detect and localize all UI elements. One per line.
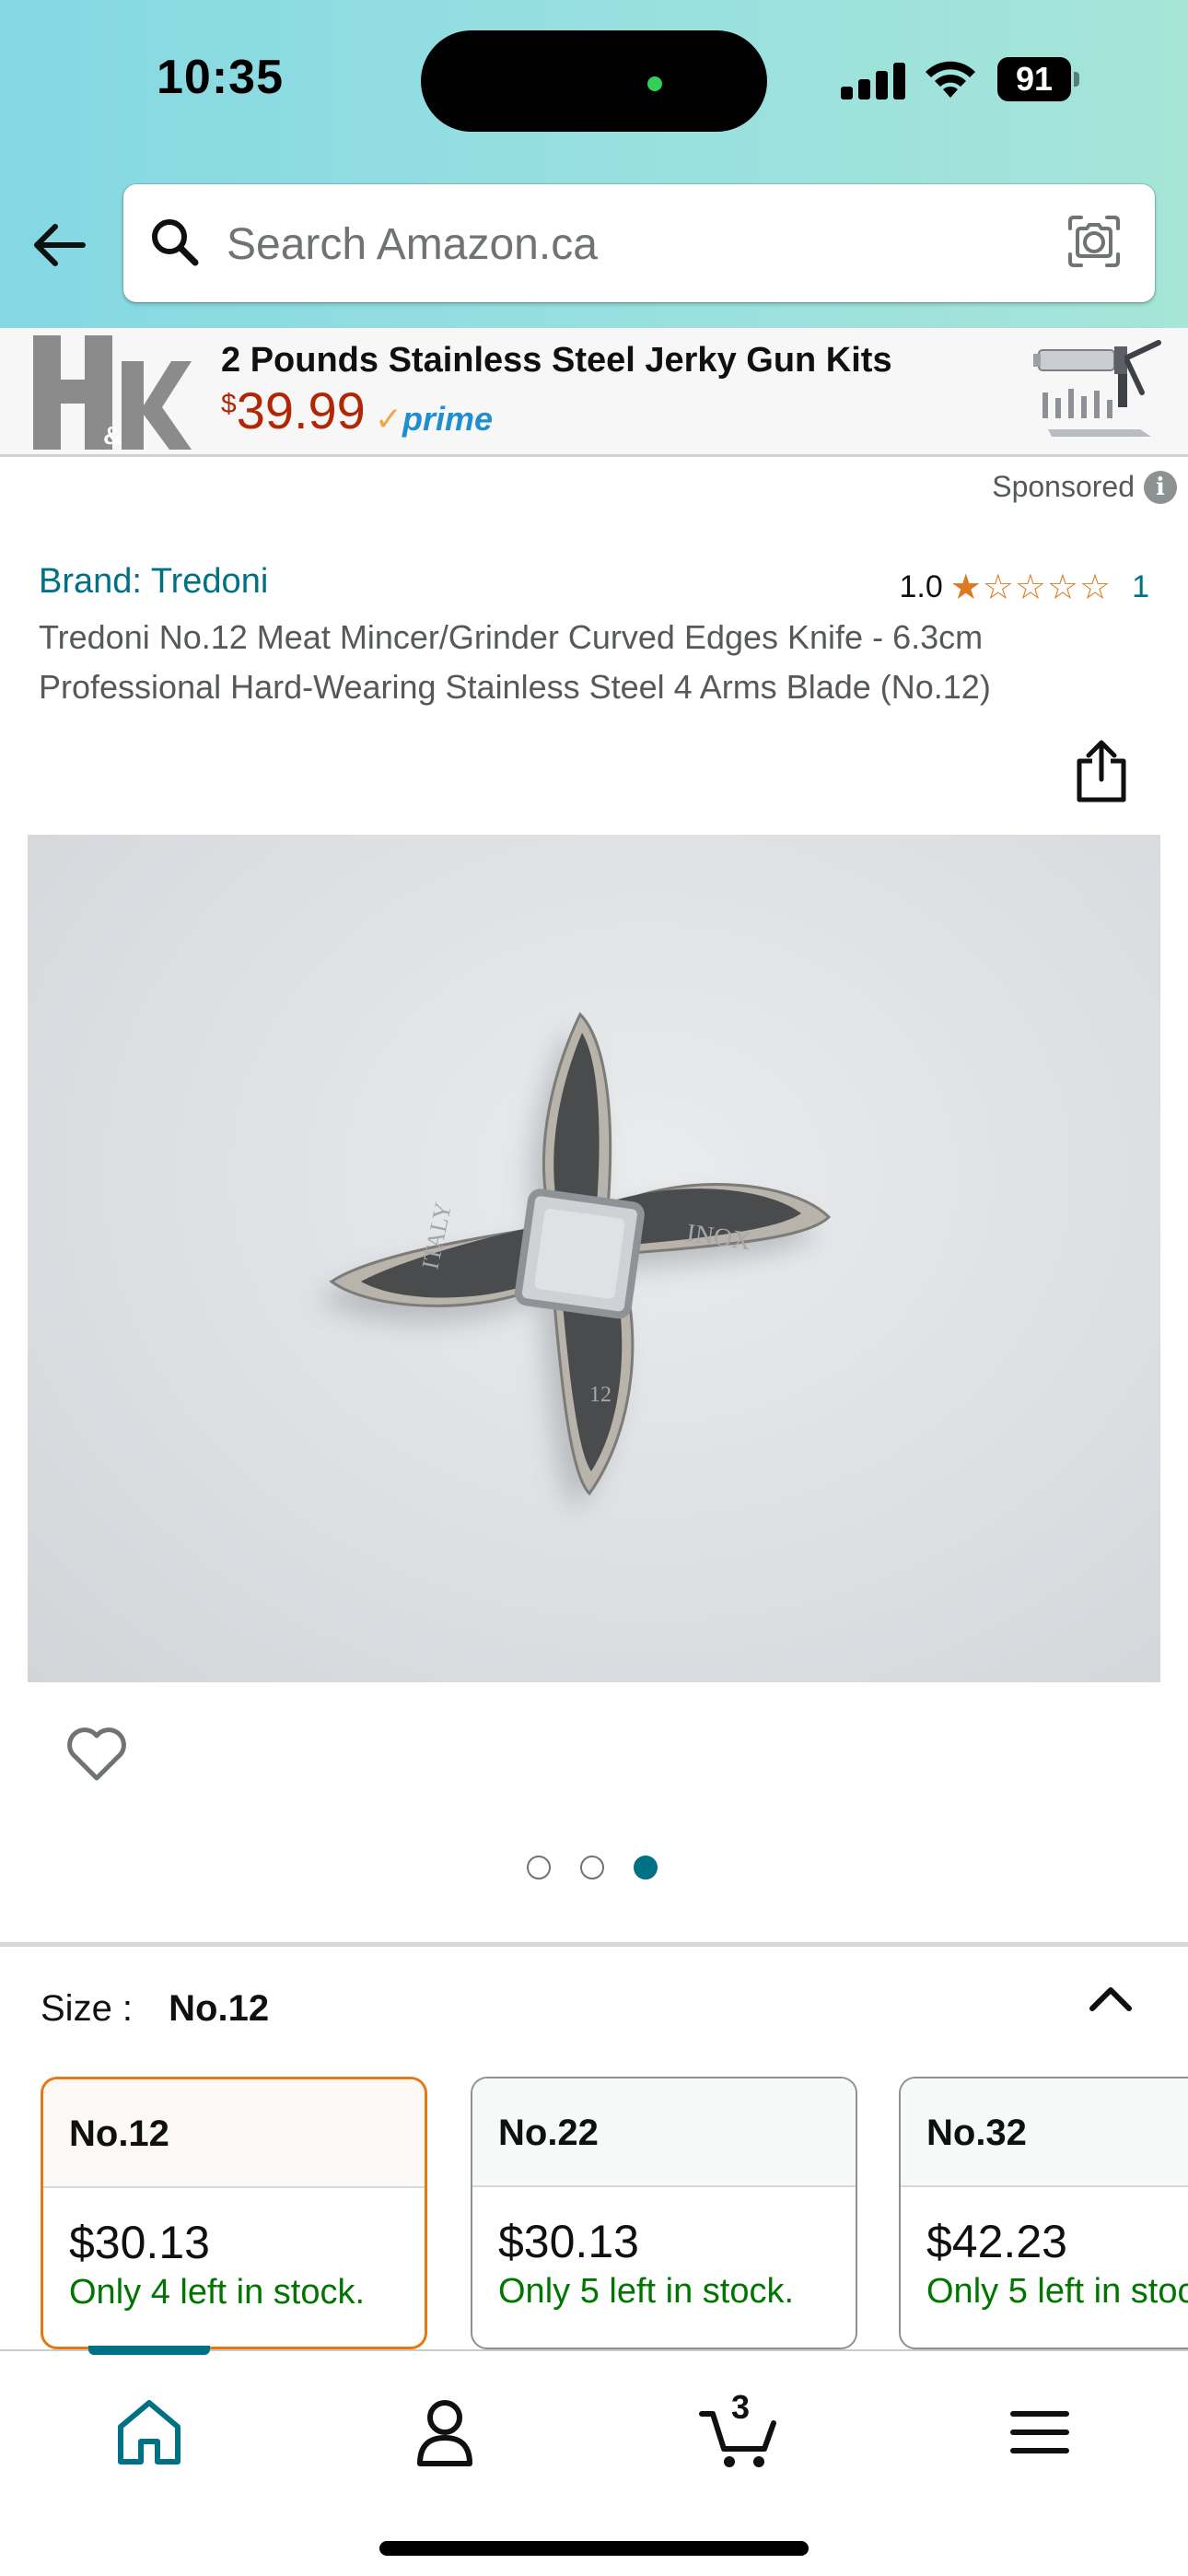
svg-text:12: 12 — [589, 1383, 611, 1407]
dynamic-island — [421, 30, 767, 132]
cellular-signal-icon — [841, 63, 907, 100]
size-options: No.12 $30.13 Only 4 left in stock. No.22… — [41, 2077, 1188, 2353]
sponsored-banner[interactable]: & 2 Pounds Stainless Steel Jerky Gun Kit… — [0, 328, 1188, 457]
size-option-name: No.22 — [472, 2078, 856, 2187]
carousel-dot-active[interactable] — [634, 1856, 658, 1879]
account-icon[interactable] — [403, 2394, 486, 2469]
size-option-no12[interactable]: No.12 $30.13 Only 4 left in stock. — [41, 2077, 427, 2349]
section-divider — [0, 1942, 1188, 1947]
product-title: Tredoni No.12 Meat Mincer/Grinder Curved… — [39, 618, 991, 706]
cart-count-badge: 3 — [731, 2388, 751, 2426]
rating-value: 1.0 — [899, 569, 943, 604]
carousel-dot[interactable] — [527, 1856, 551, 1879]
grinder-blade-image: INOX ITALY 12 — [319, 1012, 832, 1510]
camera-search-icon[interactable] — [1065, 212, 1124, 271]
image-carousel-dots[interactable] — [527, 1856, 658, 1879]
info-icon[interactable]: i — [1144, 470, 1177, 504]
status-time: 10:35 — [157, 51, 284, 104]
rating-summary[interactable]: 1.0 ★☆☆☆☆ 1 — [899, 567, 1149, 608]
camera-indicator — [647, 76, 662, 91]
wishlist-heart-icon[interactable] — [64, 1725, 129, 1784]
cart-button[interactable]: 3 — [698, 2388, 781, 2469]
ad-price-amount: 39.99 — [236, 381, 366, 439]
hk-brand-logo: & — [33, 335, 192, 450]
size-selector-header[interactable]: Size : No.12 — [41, 1988, 269, 2030]
search-icon — [152, 219, 199, 266]
product-image[interactable]: INOX ITALY 12 — [28, 835, 1160, 1682]
carousel-dot[interactable] — [580, 1856, 604, 1879]
size-option-no32[interactable]: No.32 $42.23 Only 5 left in stock. — [899, 2077, 1188, 2349]
wifi-icon — [926, 61, 975, 98]
home-indicator — [379, 2541, 809, 2556]
ad-currency: $ — [221, 389, 237, 419]
star-rating-icon: ★☆☆☆☆ — [949, 568, 1112, 607]
sponsored-text: Sponsored — [992, 470, 1135, 503]
battery-level: 91 — [997, 57, 1071, 101]
share-icon[interactable] — [1072, 737, 1131, 803]
active-tab-indicator — [88, 2346, 210, 2355]
home-icon[interactable] — [108, 2394, 191, 2469]
size-option-stock: Only 5 left in stock. — [498, 2272, 795, 2311]
size-option-name: No.12 — [43, 2079, 425, 2188]
search-placeholder: Search Amazon.ca — [227, 220, 598, 269]
svg-text:&: & — [103, 421, 122, 450]
prime-label: prime — [402, 400, 494, 438]
size-selected-value: No.12 — [169, 1988, 270, 2029]
rating-count[interactable]: 1 — [1132, 569, 1149, 605]
prime-badge: ✓ prime — [375, 400, 493, 439]
jerky-gun-product-thumbnail — [1033, 340, 1161, 437]
size-option-stock: Only 4 left in stock. — [69, 2273, 366, 2312]
ad-title: 2 Pounds Stainless Steel Jerky Gun Kits — [221, 341, 892, 380]
sponsored-label[interactable]: Sponsored i — [992, 470, 1177, 504]
size-option-price: $42.23 — [926, 2216, 1067, 2267]
back-arrow-icon[interactable] — [29, 214, 88, 276]
size-option-price: $30.13 — [69, 2217, 210, 2268]
app-header: 10:35 91 Search Amazon.ca — [0, 0, 1188, 328]
size-option-stock: Only 5 left in stock. — [926, 2272, 1188, 2311]
size-option-no22[interactable]: No.22 $30.13 Only 5 left in stock. — [471, 2077, 857, 2349]
prime-check-icon: ✓ — [374, 400, 402, 438]
menu-icon[interactable] — [998, 2394, 1081, 2469]
search-input[interactable]: Search Amazon.ca — [123, 184, 1155, 302]
brand-link[interactable]: Brand: Tredoni — [39, 562, 268, 602]
size-label: Size : — [41, 1988, 134, 2029]
size-option-name: No.32 — [901, 2078, 1188, 2187]
battery-icon: 91 — [997, 57, 1080, 101]
size-option-price: $30.13 — [498, 2216, 639, 2267]
ad-price: $ 39.99 ✓ prime — [221, 383, 493, 439]
chevron-up-icon[interactable] — [1085, 1979, 1136, 2016]
